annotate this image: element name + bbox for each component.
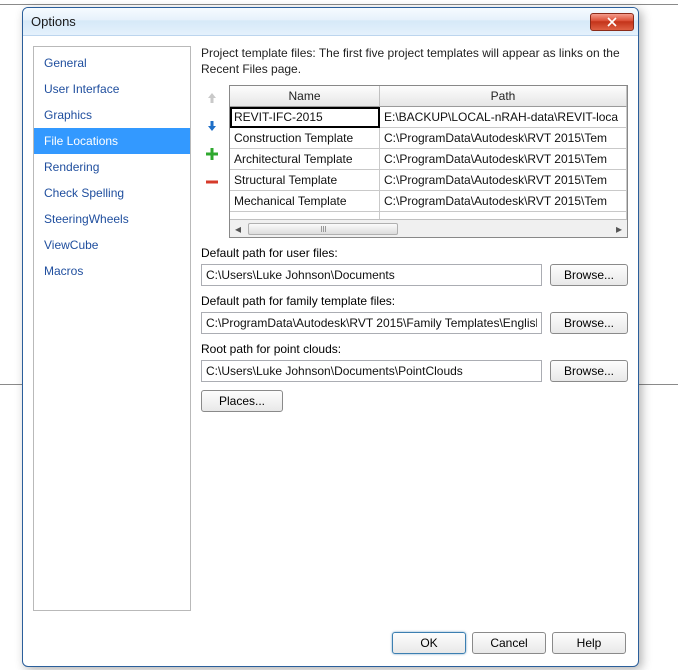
help-button[interactable]: Help <box>552 632 626 654</box>
cancel-button[interactable]: Cancel <box>472 632 546 654</box>
window-title: Options <box>31 14 76 29</box>
user-files-label: Default path for user files: <box>201 246 628 260</box>
scroll-thumb[interactable] <box>248 223 398 235</box>
template-grid: NamePathREVIT-IFC-2015E:\BACKUP\LOCAL-nR… <box>230 86 627 219</box>
scroll-right-icon[interactable]: ▸ <box>611 221 627 237</box>
options-dialog: Options GeneralUser InterfaceGraphicsFil… <box>22 7 639 667</box>
table-cell-path[interactable]: E:\BACKUP\LOCAL-nRAH-data\REVIT-loca <box>380 107 627 128</box>
table-cell-path[interactable]: C:\ProgramData\Autodesk\RVT 2015\Tem <box>380 128 627 149</box>
template-table[interactable]: NamePathREVIT-IFC-2015E:\BACKUP\LOCAL-nR… <box>229 85 628 238</box>
point-clouds-label: Root path for point clouds: <box>201 342 628 356</box>
minus-icon <box>204 174 220 190</box>
column-header-path[interactable]: Path <box>380 86 627 107</box>
add-button[interactable] <box>201 143 223 165</box>
close-icon <box>607 17 617 27</box>
point-clouds-input[interactable] <box>201 360 542 382</box>
main-panel: Project template files: The first five p… <box>201 46 628 611</box>
content-area: GeneralUser InterfaceGraphicsFile Locati… <box>23 36 638 621</box>
user-files-browse-button[interactable]: Browse... <box>550 264 628 286</box>
table-cell-name[interactable]: Structural Template <box>230 170 380 191</box>
plus-icon <box>204 146 220 162</box>
intro-text: Project template files: The first five p… <box>201 46 628 77</box>
family-templates-browse-button[interactable]: Browse... <box>550 312 628 334</box>
table-cell-name[interactable]: Mechanical Template <box>230 191 380 212</box>
family-templates-input[interactable] <box>201 312 542 334</box>
scroll-track[interactable] <box>246 222 611 236</box>
sidebar-item-viewcube[interactable]: ViewCube <box>34 232 190 258</box>
dialog-footer: OK Cancel Help <box>23 621 638 666</box>
sidebar-item-macros[interactable]: Macros <box>34 258 190 284</box>
titlebar[interactable]: Options <box>23 8 638 36</box>
sidebar-item-rendering[interactable]: Rendering <box>34 154 190 180</box>
table-cell-name[interactable]: Architectural Template <box>230 149 380 170</box>
family-templates-block: Default path for family template files: … <box>201 294 628 334</box>
table-cell-path[interactable]: C:\ProgramData\Autodesk\RVT 2015\Tem <box>380 149 627 170</box>
places-button[interactable]: Places... <box>201 390 283 412</box>
family-templates-label: Default path for family template files: <box>201 294 628 308</box>
move-up-button[interactable] <box>201 87 223 109</box>
arrow-down-icon <box>204 118 220 134</box>
column-header-name[interactable]: Name <box>230 86 380 107</box>
sidebar-item-general[interactable]: General <box>34 50 190 76</box>
dialog-body: GeneralUser InterfaceGraphicsFile Locati… <box>23 36 638 666</box>
table-cell-name[interactable]: REVIT-IFC-2015 <box>230 107 380 128</box>
table-cell-path[interactable]: C:\ProgramData\Autodesk\RVT 2015\Tem <box>380 170 627 191</box>
sidebar-item-graphics[interactable]: Graphics <box>34 102 190 128</box>
arrow-up-icon <box>204 90 220 106</box>
sidebar-item-file-locations[interactable]: File Locations <box>34 128 190 154</box>
table-cell-name[interactable]: Construction Template <box>230 128 380 149</box>
close-button[interactable] <box>590 13 634 31</box>
user-files-block: Default path for user files: Browse... <box>201 246 628 286</box>
sidebar-item-check-spelling[interactable]: Check Spelling <box>34 180 190 206</box>
ok-button[interactable]: OK <box>392 632 466 654</box>
remove-button[interactable] <box>201 171 223 193</box>
scroll-left-icon[interactable]: ◂ <box>230 221 246 237</box>
template-table-area: NamePathREVIT-IFC-2015E:\BACKUP\LOCAL-nR… <box>201 85 628 238</box>
table-buttons <box>201 85 223 238</box>
point-clouds-browse-button[interactable]: Browse... <box>550 360 628 382</box>
user-files-input[interactable] <box>201 264 542 286</box>
sidebar-item-steeringwheels[interactable]: SteeringWheels <box>34 206 190 232</box>
sidebar-item-user-interface[interactable]: User Interface <box>34 76 190 102</box>
sidebar: GeneralUser InterfaceGraphicsFile Locati… <box>33 46 191 611</box>
point-clouds-block: Root path for point clouds: Browse... <box>201 342 628 382</box>
table-cell-path[interactable]: C:\ProgramData\Autodesk\RVT 2015\Tem <box>380 191 627 212</box>
move-down-button[interactable] <box>201 115 223 137</box>
horizontal-scrollbar[interactable]: ◂ ▸ <box>230 219 627 237</box>
